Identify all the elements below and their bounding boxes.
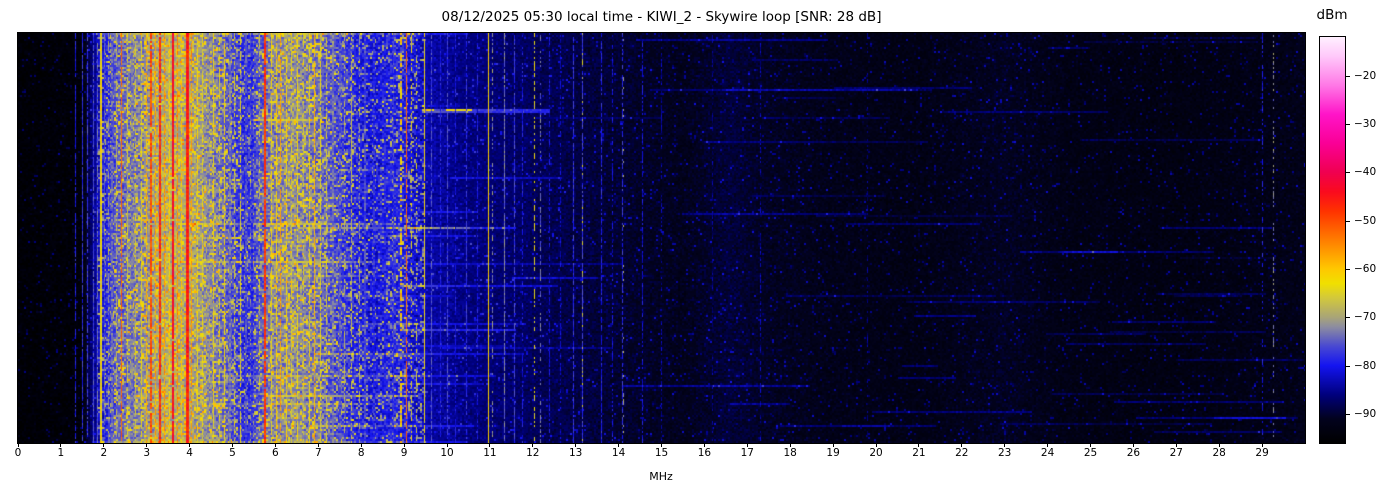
x-tick-label: 14 [611,447,626,459]
colorbar-tick-mark [1346,75,1350,77]
colorbar-tick-label: −80 [1354,359,1377,372]
colorbar-tick-mark [1346,269,1350,270]
x-tick-label: 2 [100,447,108,459]
colorbar-tick-mark [1346,220,1350,222]
x-tick-label: 13 [569,447,583,459]
chart-title: 08/12/2025 05:30 local time - KIWI_2 - S… [441,9,882,25]
x-tick-label: 15 [654,447,669,459]
colorbar-tick-mark [1346,124,1350,125]
x-tick-label: 8 [357,447,365,459]
x-tick-label: 21 [912,447,926,459]
colorbar-tick-label: −70 [1354,311,1377,324]
waterfall-plot-area [17,32,1306,444]
x-tick-label: 9 [400,447,408,459]
x-tick-label: 4 [186,447,193,459]
x-axis-label: MHz [649,470,673,483]
colorbar [1319,36,1346,444]
colorbar-label: dBm [1316,7,1348,23]
x-tick-label: 5 [229,447,236,459]
colorbar-tick-mark [1346,317,1350,319]
x-tick-label: 24 [1040,447,1055,459]
x-tick-label: 29 [1255,447,1269,459]
x-tick-label: 22 [955,447,969,459]
x-tick-label: 1 [57,447,65,459]
x-tick-label: 0 [14,447,22,459]
x-tick-label: 20 [869,447,883,459]
colorbar-tick-label: −40 [1354,166,1377,179]
x-tick-label: 10 [440,447,454,459]
x-tick-label: 7 [314,447,322,459]
x-tick-label: 16 [697,447,712,459]
x-tick-label: 6 [272,447,279,459]
x-tick-label: 11 [483,447,497,459]
x-tick-label: 12 [526,447,540,459]
colorbar-tick-mark [1346,365,1350,367]
x-tick-label: 23 [998,447,1012,459]
colorbar-tick-label: −20 [1354,69,1377,82]
spectrogram-canvas [18,33,1305,443]
x-tick-label: 25 [1083,447,1098,459]
x-tick-label: 18 [783,447,797,459]
x-tick-label: 28 [1212,447,1226,459]
colorbar-tick-label: −50 [1354,214,1377,227]
x-tick-label: 27 [1169,447,1183,459]
x-tick-label: 3 [143,447,151,459]
colorbar-tick-mark [1346,172,1350,174]
colorbar-tick-mark [1346,414,1350,415]
colorbar-tick-label: −90 [1354,408,1377,420]
x-tick-label: 17 [740,447,754,459]
colorbar-tick-label: −30 [1354,118,1377,130]
colorbar-tick-label: −60 [1354,263,1377,275]
x-tick-label: 26 [1126,447,1141,459]
x-tick-label: 19 [826,447,840,459]
